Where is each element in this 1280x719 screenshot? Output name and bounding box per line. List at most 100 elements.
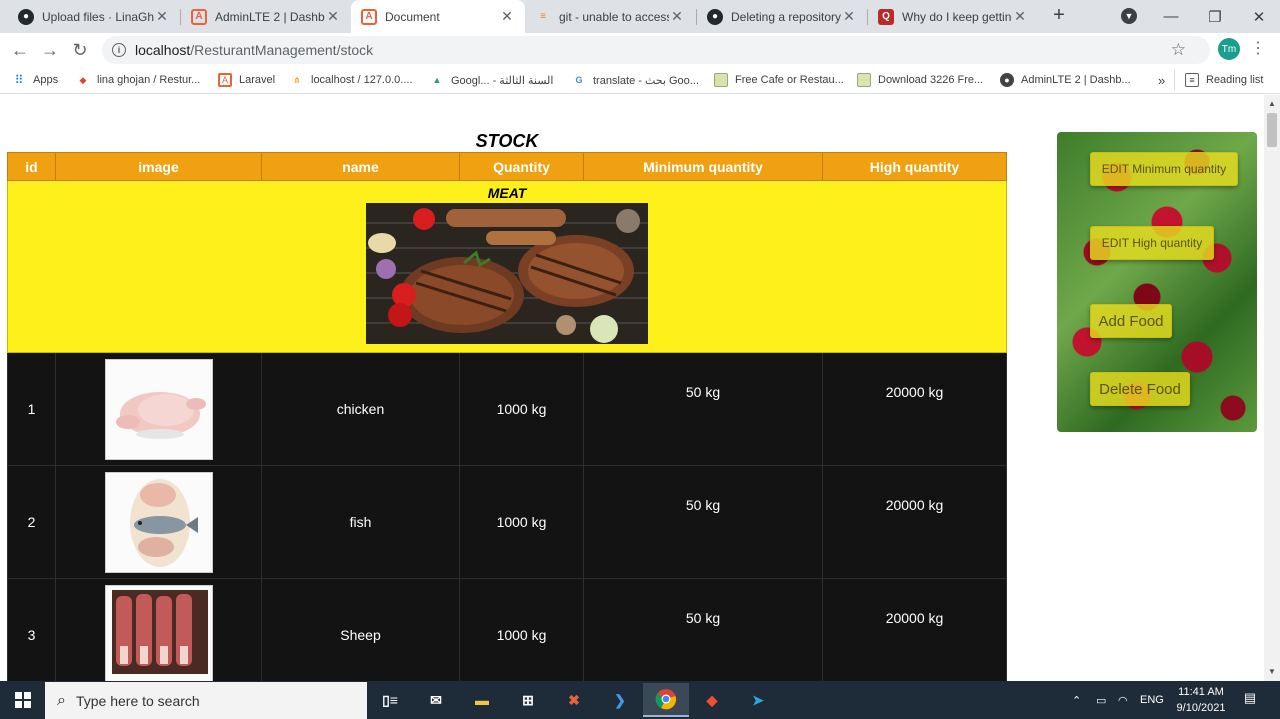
fish-image bbox=[104, 471, 213, 573]
browser-tab[interactable]: Q Why do I keep getting ✕ bbox=[868, 0, 1038, 33]
bookmark-item[interactable]: ⋔ localhost / 127.0.0.... bbox=[290, 70, 412, 90]
bookmark-label: lina ghojan / Restur... bbox=[97, 74, 201, 86]
battery-icon[interactable]: ▭ bbox=[1096, 681, 1106, 719]
chrome-icon[interactable] bbox=[643, 683, 689, 717]
adminlte-icon: A bbox=[361, 8, 377, 25]
taskbar-search-input[interactable]: ⌕ Type here to search bbox=[45, 682, 367, 719]
actions-panel: EDIT Minimum quantity EDIT High quantity… bbox=[1057, 132, 1257, 432]
page-viewport: STOCK id image name Quantity Minimum qua… bbox=[0, 95, 1264, 681]
url-path: /ResturantManagement/stock bbox=[190, 42, 374, 58]
scroll-up-icon[interactable]: ▲ bbox=[1264, 97, 1280, 111]
reading-list-icon: ≡ bbox=[1185, 73, 1199, 87]
profile-avatar[interactable]: Tm bbox=[1218, 38, 1240, 60]
cell-image bbox=[55, 352, 262, 466]
show-hidden-icons[interactable]: ⌃ bbox=[1072, 681, 1081, 719]
chicken-picture bbox=[105, 359, 212, 459]
close-tab-icon[interactable]: ✕ bbox=[1012, 8, 1028, 25]
stock-table: id image name Quantity Minimum quantity … bbox=[7, 152, 1007, 681]
xampp-icon[interactable]: ✖ bbox=[551, 683, 597, 717]
bookmark-label: Apps bbox=[33, 74, 59, 86]
bookmark-apps[interactable]: ⠿ Apps bbox=[12, 70, 58, 90]
close-tab-icon[interactable]: ✕ bbox=[325, 8, 341, 25]
close-tab-icon[interactable]: ✕ bbox=[669, 8, 685, 25]
bookmark-label: AdminLTE 2 | Dashb... bbox=[1021, 74, 1131, 86]
browser-tab-active[interactable]: A Document ✕ bbox=[351, 0, 525, 33]
edit-high-quantity-button[interactable]: EDIT High quantity bbox=[1090, 226, 1214, 260]
delete-food-button[interactable]: Delete Food bbox=[1090, 372, 1190, 406]
site-info-icon[interactable]: i bbox=[112, 43, 126, 57]
telegram-icon[interactable]: ➤ bbox=[735, 683, 781, 717]
cell-id: 3 bbox=[7, 578, 56, 681]
bookmark-item[interactable]: ▲ Googl... - السنة الثالثة bbox=[430, 70, 554, 90]
cell-quantity: 1000 kg bbox=[459, 352, 584, 466]
add-food-button[interactable]: Add Food bbox=[1090, 304, 1172, 338]
tab-strip: ● Upload files · LinaGhoj ✕ A AdminLTE 2… bbox=[0, 0, 1280, 33]
search-placeholder: Type here to search bbox=[75, 692, 200, 709]
scroll-down-icon[interactable]: ▼ bbox=[1264, 665, 1280, 679]
table-row: 3 Sheep 1000 kg 50 kg 20000 kg bbox=[7, 578, 1007, 681]
gitlab-icon: ◆ bbox=[79, 74, 87, 85]
restore-icon[interactable]: ❐ bbox=[1192, 0, 1238, 33]
bookmark-item[interactable]: ● AdminLTE 2 | Dashb... bbox=[1000, 70, 1131, 90]
cell-quantity: 1000 kg bbox=[459, 465, 584, 579]
browser-tab[interactable]: ● Upload files · LinaGhoj ✕ bbox=[8, 0, 180, 33]
new-tab-icon[interactable]: + bbox=[1048, 4, 1070, 26]
close-tab-icon[interactable]: ✕ bbox=[154, 8, 170, 25]
download-status-icon[interactable]: ▼ bbox=[1121, 8, 1137, 24]
scroll-thumb[interactable] bbox=[1267, 113, 1277, 147]
store-icon[interactable]: ⊞ bbox=[505, 683, 551, 717]
browser-toolbar: ← → ↻ i localhost/ResturantManagement/st… bbox=[0, 33, 1280, 66]
notification-center-icon[interactable]: ▤ bbox=[1240, 690, 1260, 710]
category-row: MEAT bbox=[7, 180, 1007, 353]
bookmark-star-icon[interactable]: ☆ bbox=[1171, 40, 1186, 60]
windows-taskbar: ⌕ Type here to search ▯≡ ✉ ▬ ⊞ ✖ ❯ ◆ ➤ ⌃… bbox=[0, 681, 1280, 719]
close-tab-icon[interactable]: ✕ bbox=[499, 8, 515, 25]
cell-id: 2 bbox=[7, 465, 56, 579]
sheep-meat-image bbox=[104, 584, 213, 681]
bookmark-item[interactable]: G translate - بحث Goo... bbox=[572, 70, 698, 90]
windows-start-icon[interactable] bbox=[0, 681, 45, 719]
browser-tab[interactable]: ● Deleting a repository ✕ bbox=[697, 0, 867, 33]
table-header-row: id image name Quantity Minimum quantity … bbox=[7, 152, 1007, 181]
bookmark-label: Laravel bbox=[239, 74, 276, 86]
page-title: STOCK bbox=[475, 131, 539, 151]
address-bar[interactable]: i localhost/ResturantManagement/stock ☆ bbox=[102, 36, 1210, 64]
minimize-icon[interactable]: — bbox=[1148, 0, 1194, 33]
browser-menu-icon[interactable]: ⋮ bbox=[1250, 38, 1266, 60]
col-header-minimum-quantity: Minimum quantity bbox=[583, 152, 823, 181]
close-tab-icon[interactable]: ✕ bbox=[841, 8, 857, 25]
file-explorer-icon[interactable]: ▬ bbox=[459, 683, 505, 717]
language-indicator[interactable]: ENG bbox=[1140, 681, 1164, 719]
more-bookmarks-icon[interactable]: » bbox=[1158, 70, 1165, 90]
bookmark-item[interactable]: Free Cafe or Restau... bbox=[714, 70, 844, 90]
tab-title: Document bbox=[385, 9, 440, 24]
col-header-high-quantity: High quantity bbox=[822, 152, 1007, 181]
reading-list[interactable]: ≡ Reading list bbox=[1174, 70, 1263, 90]
wifi-icon[interactable]: ◠ bbox=[1118, 681, 1128, 719]
taskbar-clock[interactable]: 11:41 AM 9/10/2021 bbox=[1172, 684, 1230, 716]
browser-tab[interactable]: ≡ git - unable to access ✕ bbox=[525, 0, 695, 33]
forward-icon[interactable]: → bbox=[38, 38, 62, 62]
reading-list-label: Reading list bbox=[1206, 74, 1264, 86]
browser-tab[interactable]: A AdminLTE 2 | Dashboa ✕ bbox=[181, 0, 351, 33]
task-view-icon[interactable]: ▯≡ bbox=[367, 683, 413, 717]
table-row: 2 fish 1000 kg 50 kg 20000 kg bbox=[7, 465, 1007, 579]
git-icon[interactable]: ◆ bbox=[689, 683, 735, 717]
back-icon[interactable]: ← bbox=[8, 38, 32, 62]
cell-image bbox=[55, 465, 262, 579]
page-scrollbar[interactable]: ▲ ▼ bbox=[1264, 95, 1280, 681]
category-cell: MEAT bbox=[7, 180, 1007, 353]
reload-icon[interactable]: ↻ bbox=[68, 38, 92, 62]
cell-name: chicken bbox=[261, 352, 460, 466]
bookmark-item[interactable]: Download 3226 Fre... bbox=[857, 70, 983, 90]
bookmark-item[interactable]: ◆ lina ghojan / Restur... bbox=[76, 70, 201, 90]
cell-high-quantity: 20000 kg bbox=[822, 578, 1007, 681]
quora-icon: Q bbox=[878, 8, 894, 25]
phpmyadmin-icon: ⋔ bbox=[293, 74, 301, 85]
vscode-icon[interactable]: ❯ bbox=[597, 683, 643, 717]
cell-minimum-quantity: 50 kg bbox=[583, 578, 823, 681]
edit-minimum-quantity-button[interactable]: EDIT Minimum quantity bbox=[1090, 152, 1238, 186]
bookmark-item[interactable]: A Laravel bbox=[218, 70, 275, 90]
close-window-icon[interactable]: ✕ bbox=[1236, 0, 1280, 33]
mail-icon[interactable]: ✉ bbox=[413, 683, 459, 717]
